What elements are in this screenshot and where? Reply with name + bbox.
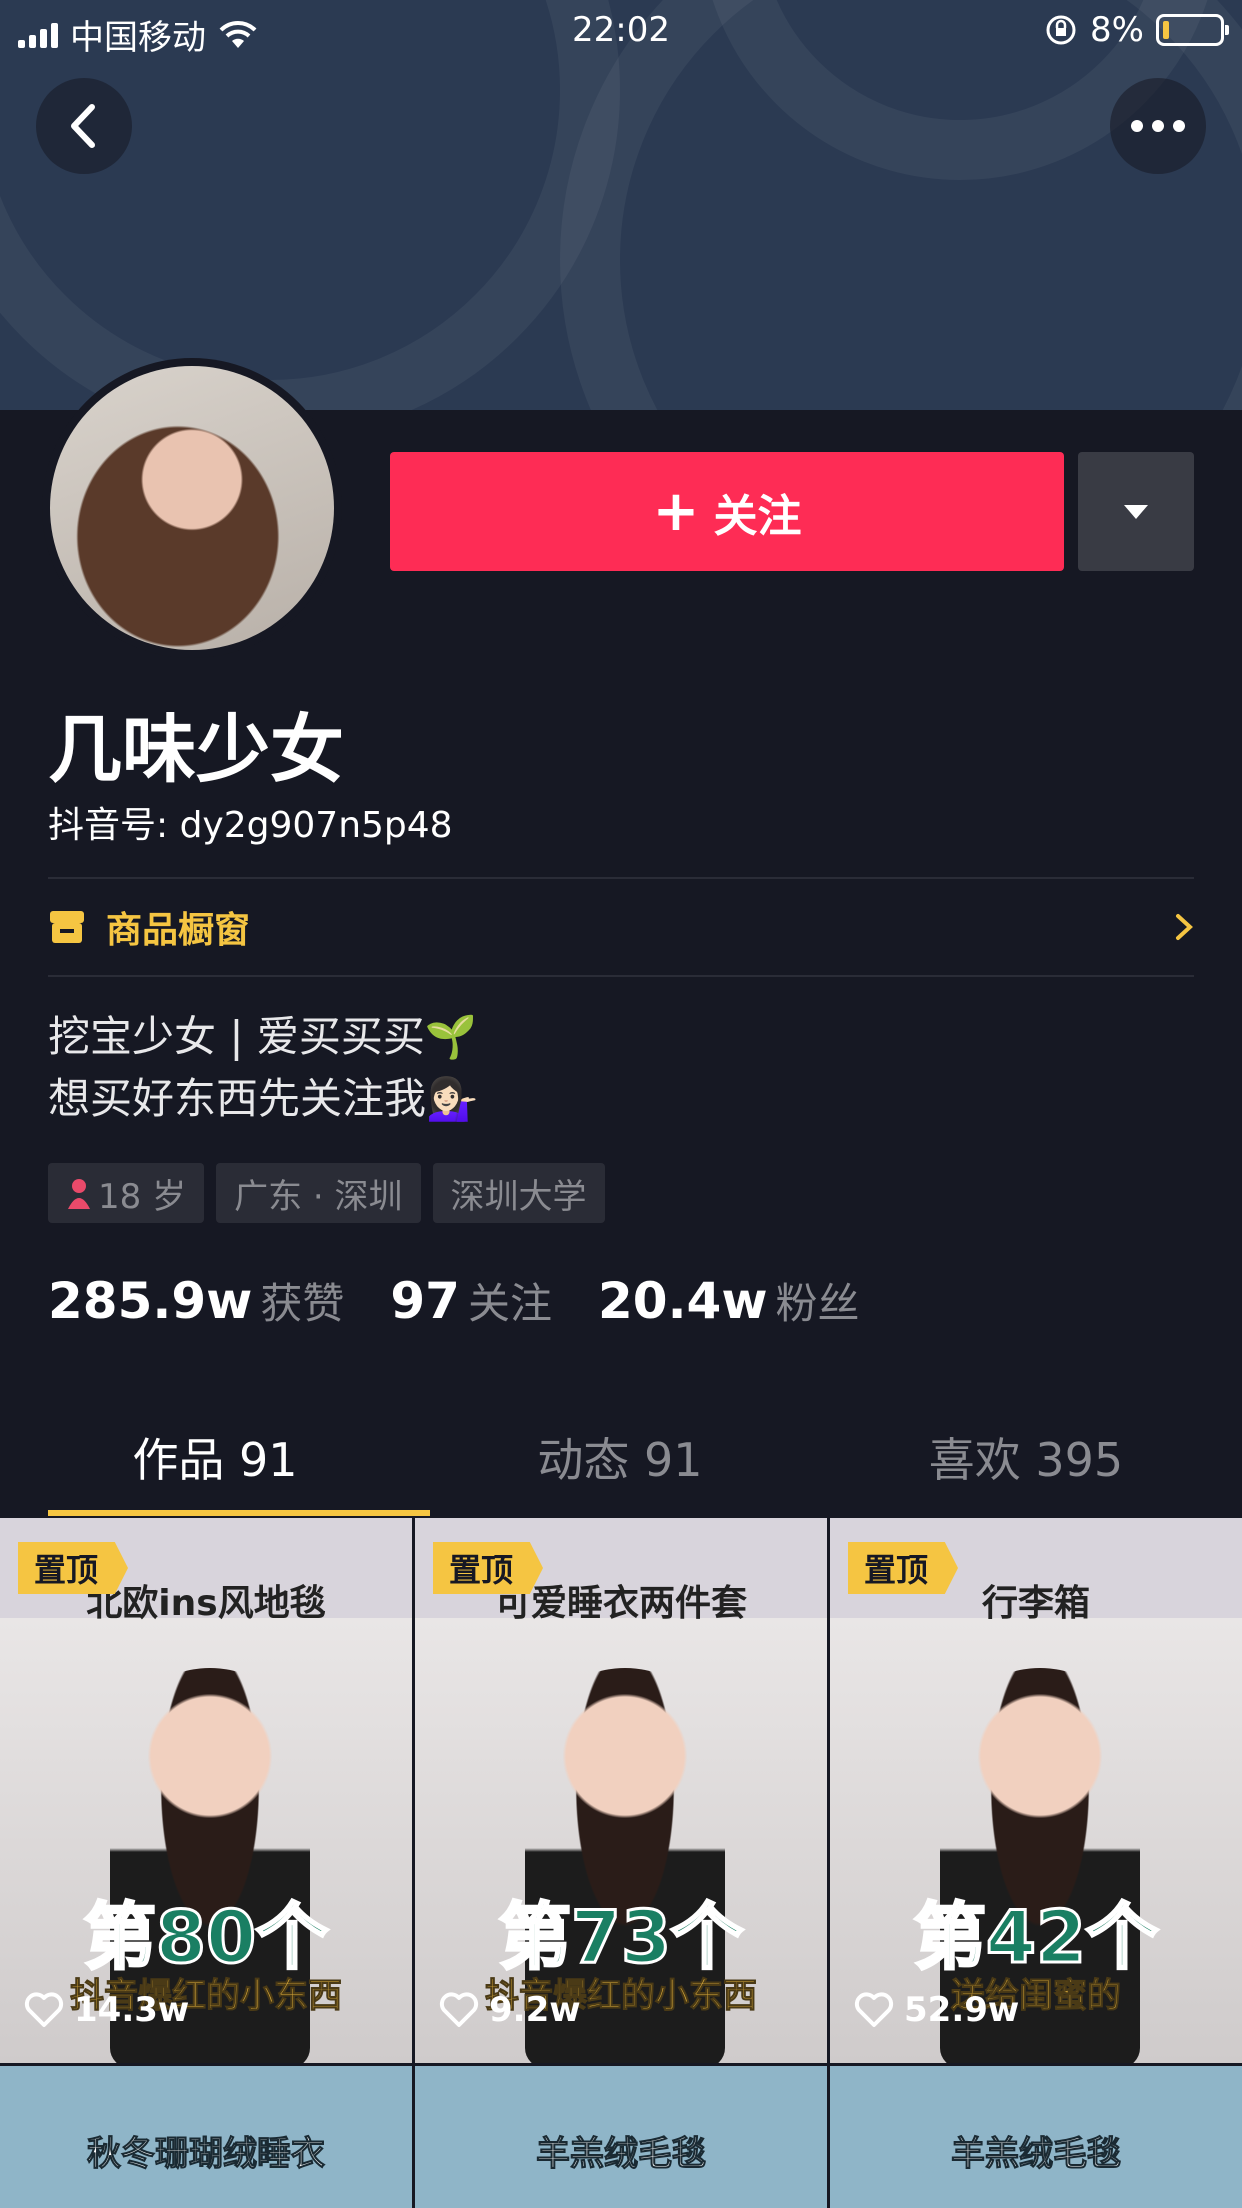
douyin-id: 抖音号: dy2g907n5p48 — [48, 805, 453, 846]
profile-tabs: 作品 91 动态 91 喜欢 395 — [0, 1410, 1242, 1520]
video-headline: 羊羔绒毛毯 — [536, 2134, 707, 2175]
tab-indicator — [48, 1510, 430, 1516]
follow-label: 关注 — [713, 490, 802, 542]
tab-works[interactable]: 作品 91 — [0, 1410, 430, 1520]
rotation-lock-icon — [1046, 15, 1076, 45]
following-stat[interactable]: 97 关注 — [390, 1270, 552, 1331]
video-thumbnail[interactable]: 羊羔绒毛毯 — [830, 2066, 1242, 2208]
video-likes: 52.9w — [854, 1990, 1019, 2030]
age-tag: 18 岁 — [48, 1163, 205, 1223]
recommend-dropdown-button[interactable] — [1078, 452, 1194, 571]
profile-tags: 18 岁 广东 · 深圳 深圳大学 — [48, 1163, 605, 1223]
battery-icon — [1156, 14, 1229, 46]
status-bar: 中国移动 22:02 8% — [0, 0, 1242, 60]
divider — [48, 975, 1194, 977]
video-thumbnail[interactable]: 可爱睡衣两件套 第73个 抖音爆红的小东西 置顶 9.2w — [415, 1518, 827, 2063]
bio-line-2: 想买好东西先关注我💁🏻‍♀️ — [48, 1074, 479, 1123]
chevron-right-icon — [1176, 914, 1193, 940]
video-thumbnail[interactable]: 行李箱 第42个 送给闺蜜的 置顶 52.9w — [830, 1518, 1242, 2063]
profile-name: 几味少女 — [48, 707, 344, 793]
location-tag: 广东 · 深圳 — [216, 1163, 421, 1223]
heart-icon — [439, 1992, 479, 2027]
video-thumbnail[interactable]: 北欧ins风地毯 第80个 抖音爆红的小东西 置顶 14.3w — [0, 1518, 412, 2063]
shop-window-label: 商品橱窗 — [106, 910, 251, 951]
follow-button[interactable]: + 关注 — [390, 452, 1064, 571]
video-headline: 秋冬珊瑚绒睡衣 — [87, 2134, 326, 2175]
back-button[interactable] — [36, 78, 132, 174]
likes-stat: 285.9w 获赞 — [48, 1272, 345, 1330]
video-thumbnail[interactable]: 秋冬珊瑚绒睡衣 — [0, 2066, 412, 2208]
battery-percent: 8% — [1090, 10, 1144, 50]
female-icon — [68, 1179, 90, 1209]
video-grid: 北欧ins风地毯 第80个 抖音爆红的小东西 置顶 14.3w 可爱睡衣两件套 … — [0, 1518, 1242, 2208]
plus-icon: + — [652, 478, 700, 544]
chevron-left-icon — [71, 104, 95, 148]
school-tag: 深圳大学 — [432, 1163, 605, 1223]
more-dots-icon — [1131, 120, 1185, 132]
tab-moments[interactable]: 动态 91 — [430, 1410, 810, 1520]
more-button[interactable] — [1110, 78, 1206, 174]
profile-stats: 285.9w 获赞 97 关注 20.4w 粉丝 — [48, 1270, 860, 1331]
bio-line-1: 挖宝少女 | 爱买买买🌱 — [48, 1012, 478, 1061]
pinned-badge: 置顶 — [848, 1542, 959, 1594]
shop-icon — [50, 911, 84, 943]
profile-cover — [0, 0, 1242, 410]
followers-stat[interactable]: 20.4w 粉丝 — [598, 1270, 860, 1331]
avatar[interactable] — [42, 358, 342, 658]
video-likes: 9.2w — [439, 1990, 581, 2030]
heart-icon — [854, 1992, 894, 2027]
pinned-badge: 置顶 — [18, 1542, 129, 1594]
shop-window-row[interactable]: 商品橱窗 — [48, 878, 1194, 976]
profile-bio: 挖宝少女 | 爱买买买🌱 想买好东西先关注我💁🏻‍♀️ — [48, 1006, 478, 1130]
video-headline: 羊羔绒毛毯 — [951, 2134, 1122, 2175]
video-thumbnail[interactable]: 羊羔绒毛毯 — [415, 2066, 827, 2208]
heart-icon — [24, 1992, 64, 2027]
pinned-badge: 置顶 — [433, 1542, 544, 1594]
tab-likes[interactable]: 喜欢 395 — [810, 1410, 1242, 1520]
video-likes: 14.3w — [24, 1990, 189, 2030]
triangle-down-icon — [1124, 504, 1148, 519]
